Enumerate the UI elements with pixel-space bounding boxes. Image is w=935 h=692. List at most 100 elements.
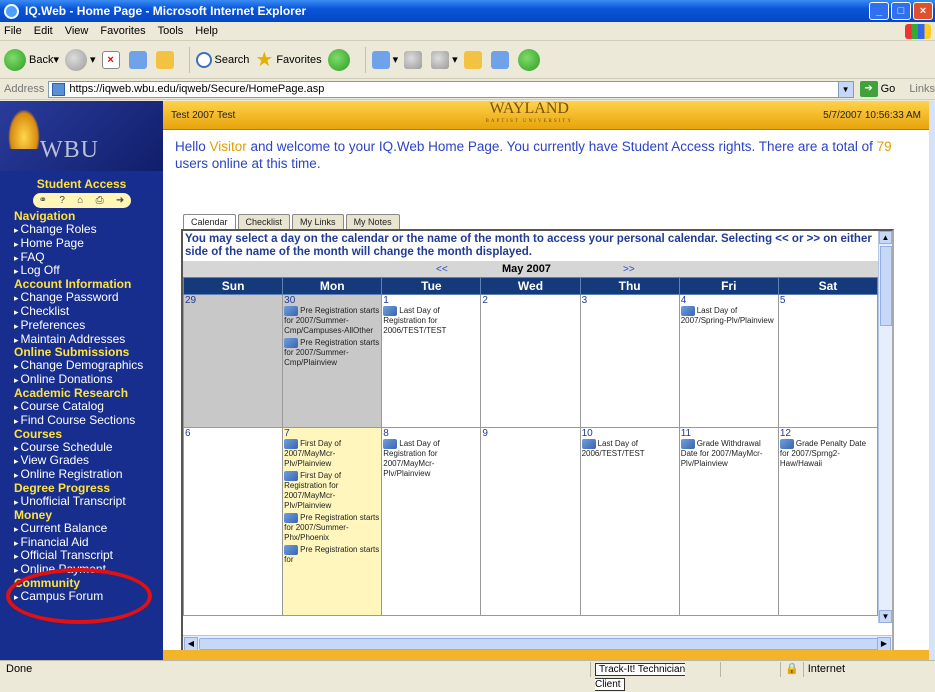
sidebar-item-preferences[interactable]: Preferences	[0, 318, 163, 333]
address-dropdown-icon[interactable]: ▼	[837, 81, 853, 97]
go-button[interactable]: ➔ Go	[859, 81, 895, 97]
menu-file[interactable]: File	[4, 25, 22, 37]
day-number[interactable]: 30	[284, 296, 380, 307]
calendar-event[interactable]: Last Day of Registration for 2007/MayMcr…	[383, 439, 479, 479]
day-number[interactable]: 1	[383, 296, 479, 307]
forward-button[interactable]: ▾	[65, 48, 96, 71]
print-button[interactable]	[404, 50, 425, 69]
calendar-day-cell[interactable]: 3	[579, 294, 680, 428]
day-number[interactable]: 9	[482, 429, 578, 440]
scroll-up-icon[interactable]: ▲	[879, 231, 892, 244]
calendar-day-cell[interactable]: 5	[777, 294, 878, 428]
calendar-day-cell[interactable]: 29	[183, 294, 284, 428]
sidebar-item-financial-aid[interactable]: Financial Aid	[0, 535, 163, 550]
back-button[interactable]: Back ▾	[4, 48, 59, 71]
calendar-event[interactable]: Pre Registration starts for 2007/Summer-…	[284, 513, 380, 543]
calendar-day-cell[interactable]: 1 Last Day of Registration for 2006/TEST/…	[381, 294, 482, 428]
tab-my-notes[interactable]: My Notes	[345, 214, 400, 229]
refresh-button[interactable]	[128, 50, 150, 69]
sidebar-item-official-transcript[interactable]: Official Transcript	[0, 549, 163, 563]
calendar-event[interactable]: First Day of Registration for 2007/MayMc…	[284, 471, 380, 511]
home-button[interactable]	[155, 50, 177, 69]
day-number[interactable]: 6	[185, 429, 281, 440]
menu-view[interactable]: View	[65, 25, 89, 37]
calendar-day-cell[interactable]: 11 Grade Withdrawal Date for 2007/MayMcr-…	[678, 427, 779, 616]
day-number[interactable]: 11	[681, 429, 777, 440]
day-number[interactable]: 5	[780, 296, 876, 307]
page-scrollbar[interactable]	[929, 101, 935, 660]
calendar-day-cell[interactable]: 4 Last Day of 2007/Spring-Plv/Plainview	[678, 294, 779, 428]
hscroll-thumb[interactable]	[199, 638, 879, 650]
month-title[interactable]: May 2007	[502, 263, 551, 275]
calendar-day-cell[interactable]: 6	[183, 427, 284, 616]
media-button[interactable]	[327, 48, 353, 71]
vertical-scrollbar[interactable]: ▲ ▼	[878, 231, 892, 623]
folder-button[interactable]	[463, 50, 485, 69]
sidebar-item-faq[interactable]: FAQ	[0, 250, 163, 265]
research-button[interactable]	[490, 50, 512, 69]
sidebar-item-change-roles[interactable]: Change Roles	[0, 223, 163, 237]
scroll-down-icon[interactable]: ▼	[879, 610, 892, 623]
address-input[interactable]: https://iqweb.wbu.edu/iqweb/Secure/HomeP…	[48, 80, 854, 98]
day-number[interactable]: 12	[780, 429, 876, 440]
minimize-button[interactable]: _	[869, 2, 889, 20]
sidebar-item-log-off[interactable]: Log Off	[0, 264, 163, 278]
menu-help[interactable]: Help	[195, 25, 218, 37]
day-number[interactable]: 2	[482, 296, 578, 307]
calendar-event[interactable]: Pre Registration starts for 2007/Summer-…	[284, 338, 380, 368]
stop-button[interactable]: ×	[101, 50, 123, 69]
calendar-day-cell[interactable]: 10 Last Day of 2006/TEST/TEST	[579, 427, 680, 616]
maximize-button[interactable]: □	[891, 2, 911, 20]
search-button[interactable]: Search	[195, 51, 249, 68]
day-number[interactable]: 7	[284, 429, 380, 440]
favorites-button[interactable]: ★ Favorites	[255, 49, 321, 71]
calendar-event[interactable]: Pre Registration starts for 2007/Summer-…	[284, 306, 380, 336]
sidebar-item-change-demographics[interactable]: Change Demographics	[0, 359, 163, 373]
calendar-day-cell[interactable]: 30 Pre Registration starts for 2007/Summe…	[282, 294, 383, 428]
calendar-event[interactable]: Grade Penalty Date for 2007/Sprng2-Haw/H…	[779, 439, 876, 469]
logoff-icon[interactable]: ➜	[116, 195, 124, 206]
sidebar-item-view-grades[interactable]: View Grades	[0, 454, 163, 468]
sidebar-item-course-catalog[interactable]: Course Catalog	[0, 400, 163, 414]
sidebar-item-online-donations[interactable]: Online Donations	[0, 373, 163, 387]
tab-calendar[interactable]: Calendar	[183, 214, 236, 229]
sidebar-item-unofficial-transcript[interactable]: Unofficial Transcript	[0, 495, 163, 509]
binoculars-icon[interactable]: ⚭	[39, 195, 47, 206]
edit-button[interactable]: ▾	[431, 50, 458, 69]
sidebar-item-change-password[interactable]: Change Password	[0, 291, 163, 305]
calendar-day-cell[interactable]: 9	[480, 427, 581, 616]
calendar-event[interactable]: Grade Withdrawal Date for 2007/MayMcr-Pl…	[680, 439, 777, 469]
prev-month-link[interactable]: <<	[436, 264, 448, 275]
help-icon[interactable]: ?	[59, 195, 65, 206]
sidebar-item-course-schedule[interactable]: Course Schedule	[0, 440, 163, 455]
home-icon[interactable]: ⌂	[77, 195, 83, 206]
menu-edit[interactable]: Edit	[34, 25, 53, 37]
menu-favorites[interactable]: Favorites	[100, 25, 145, 37]
sidebar-item-find-course-sections[interactable]: Find Course Sections	[0, 413, 163, 428]
calendar-event[interactable]: Last Day of 2007/Spring-Plv/Plainview	[680, 306, 777, 326]
calendar-day-cell[interactable]: 12 Grade Penalty Date for 2007/Sprng2-Haw…	[777, 427, 878, 616]
sidebar-item-home-page[interactable]: Home Page	[0, 236, 163, 251]
sidebar-item-current-balance[interactable]: Current Balance	[0, 521, 163, 536]
sidebar-item-maintain-addresses[interactable]: Maintain Addresses	[0, 332, 163, 347]
print-icon[interactable]: ⎙	[96, 195, 104, 206]
calendar-event[interactable]: Last Day of Registration for 2006/TEST/T…	[383, 306, 479, 336]
calendar-event[interactable]: Pre Registration starts for	[284, 545, 380, 565]
calendar-day-cell[interactable]: 8 Last Day of Registration for 2007/MayMc…	[381, 427, 482, 616]
sidebar-item-online-registration[interactable]: Online Registration	[0, 468, 163, 482]
scroll-right-icon[interactable]: ▶	[877, 637, 891, 651]
day-number[interactable]: 10	[582, 429, 678, 440]
menu-tools[interactable]: Tools	[158, 25, 184, 37]
scroll-left-icon[interactable]: ◀	[184, 637, 198, 651]
tab-checklist[interactable]: Checklist	[237, 214, 291, 229]
next-month-link[interactable]: >>	[623, 264, 635, 275]
day-number[interactable]: 29	[185, 296, 281, 307]
sidebar-item-checklist[interactable]: Checklist	[0, 305, 163, 319]
scroll-thumb[interactable]	[880, 246, 892, 326]
day-number[interactable]: 3	[582, 296, 678, 307]
mail-button[interactable]: ▾	[371, 50, 398, 69]
day-number[interactable]: 4	[681, 296, 777, 307]
calendar-day-cell[interactable]: 2	[480, 294, 581, 428]
links-button[interactable]: Links	[909, 83, 935, 95]
messenger-button[interactable]	[517, 48, 543, 71]
